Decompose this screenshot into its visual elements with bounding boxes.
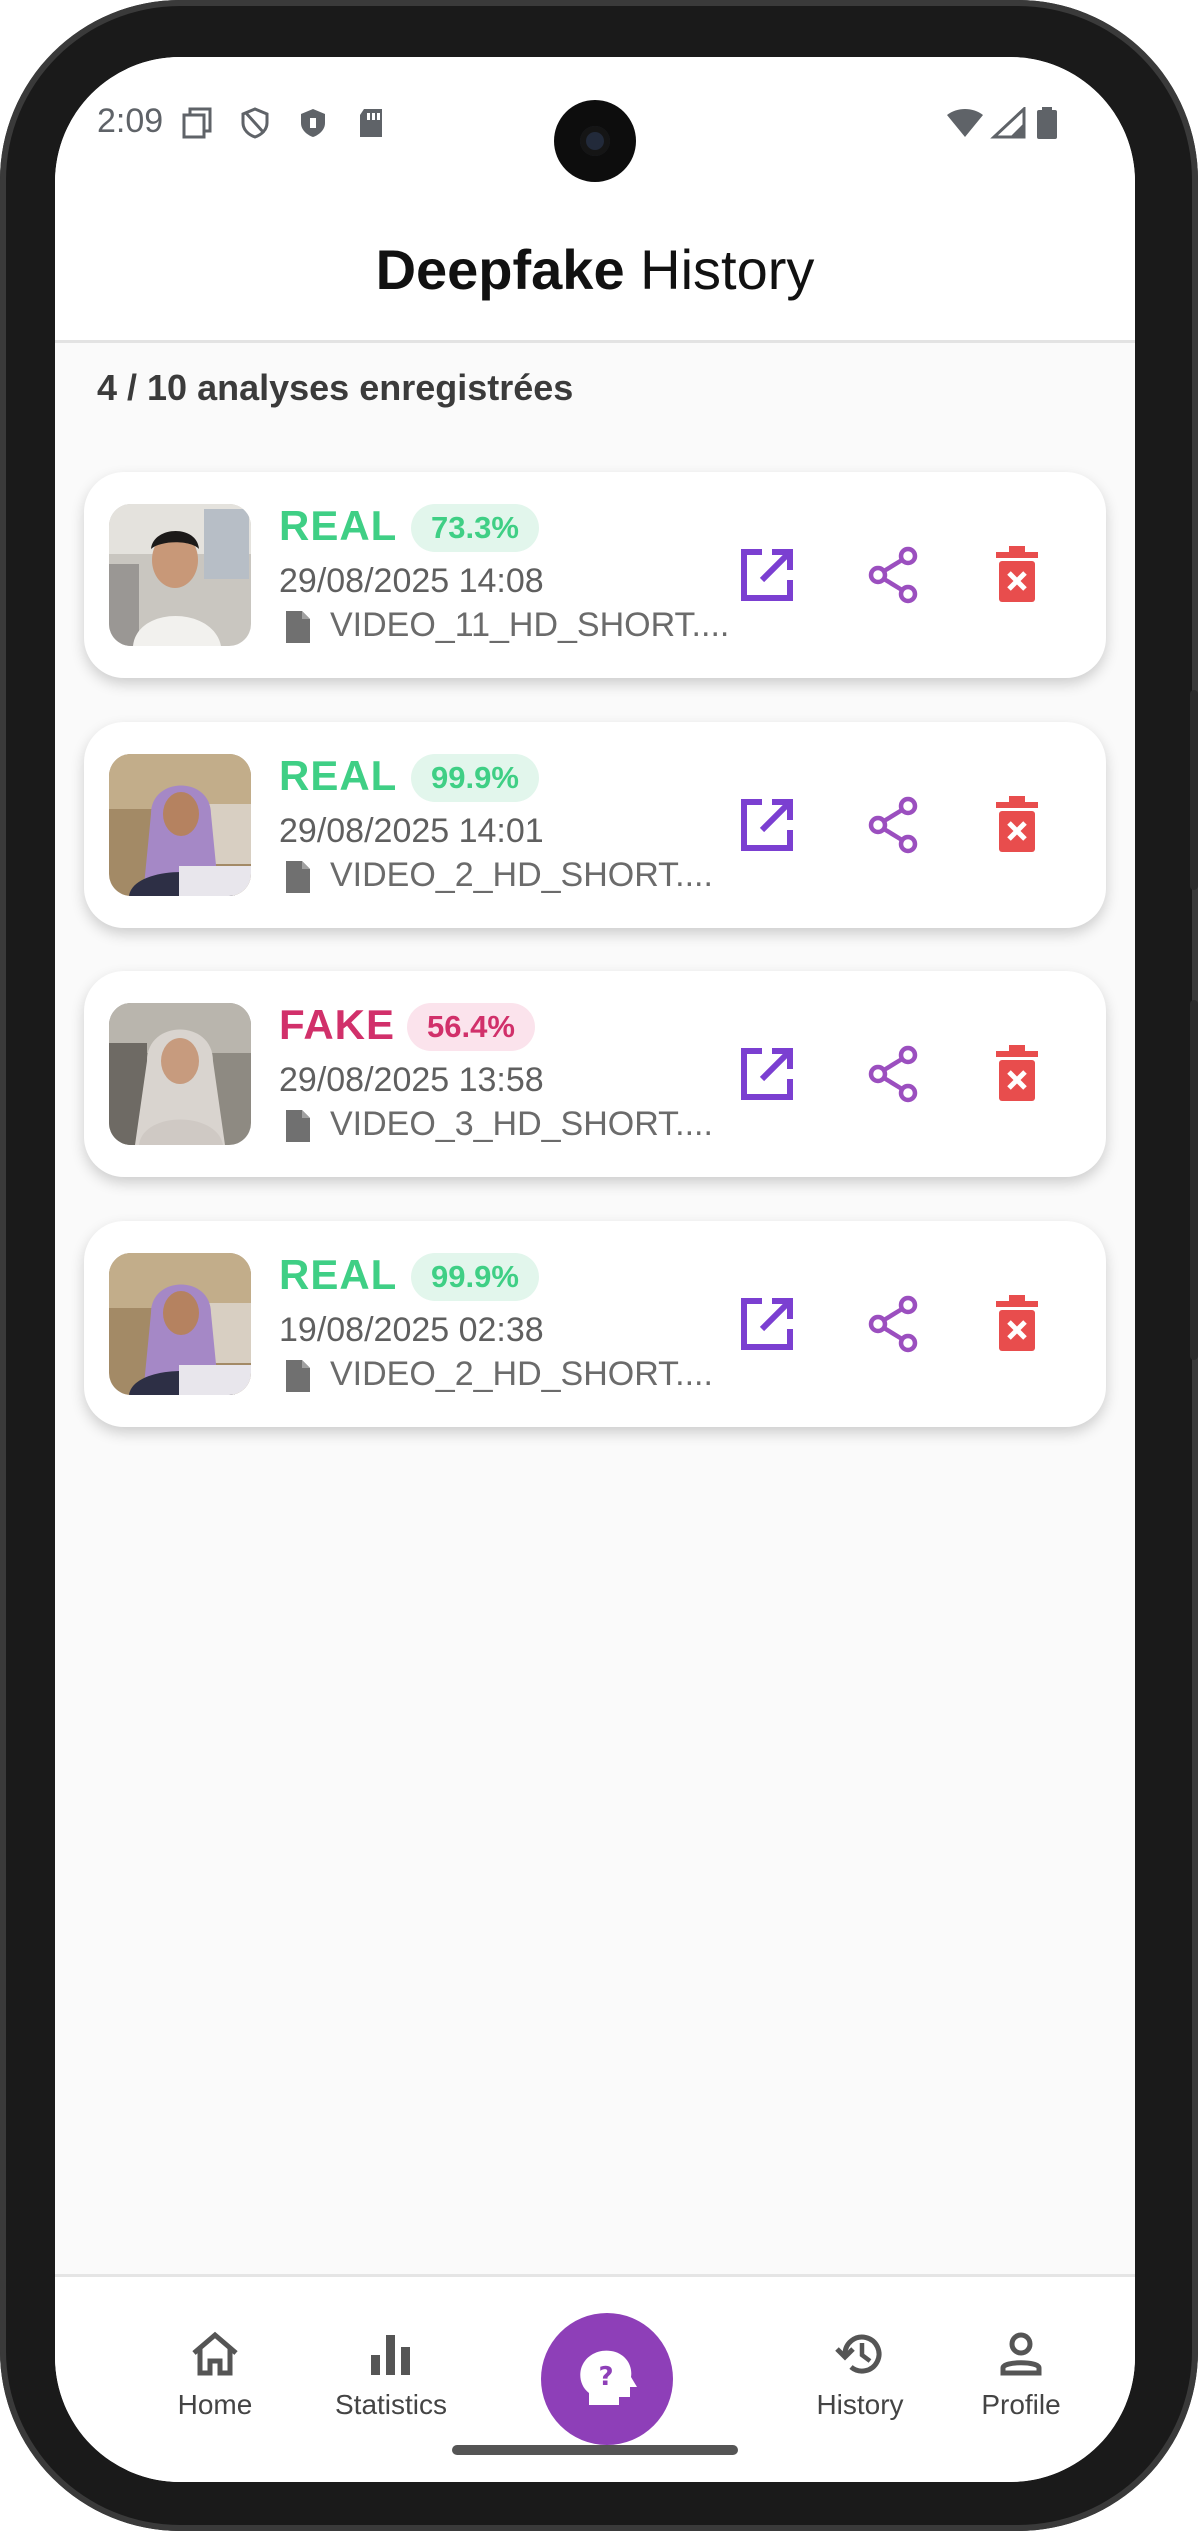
file-icon xyxy=(286,861,310,893)
status-bar: 2:09 xyxy=(55,57,1135,197)
screen: 2:09 Deepfake History 4 / 10 analyses en… xyxy=(55,57,1135,2482)
confidence-badge: 99.9% xyxy=(411,754,539,802)
signal-icon xyxy=(990,107,1026,139)
history-card[interactable]: FAKE 56.4% 29/08/2025 13:58 VIDEO_3_HD_S… xyxy=(84,971,1106,1177)
sd-card-icon xyxy=(360,109,382,137)
analyze-fab-button[interactable]: ? xyxy=(541,2313,673,2445)
person-icon xyxy=(1000,2332,1042,2376)
home-indicator[interactable] xyxy=(452,2445,738,2455)
confidence-badge: 99.9% xyxy=(411,1253,539,1301)
power-button xyxy=(1190,690,1198,890)
nav-label-home: Home xyxy=(177,2389,253,2420)
wifi-icon xyxy=(947,109,983,137)
nav-item-profile[interactable]: Profile xyxy=(941,2327,1101,2421)
copy-icon xyxy=(182,107,212,139)
video-thumbnail xyxy=(109,1003,251,1145)
nav-label-profile: Profile xyxy=(981,2389,1061,2420)
history-card[interactable]: REAL 99.9% 29/08/2025 14:01 VIDEO_2_HD_S… xyxy=(84,722,1106,928)
file-name: VIDEO_11_HD_SHORT.... xyxy=(330,606,730,644)
nav-label-history: History xyxy=(816,2389,904,2420)
video-thumbnail xyxy=(109,1253,251,1395)
delete-icon[interactable] xyxy=(984,1041,1050,1107)
nav-item-history[interactable]: History xyxy=(780,2327,940,2421)
open-external-icon[interactable] xyxy=(734,1041,800,1107)
front-camera xyxy=(554,100,636,182)
analysis-date: 29/08/2025 14:01 xyxy=(279,812,544,850)
shield-outline-icon xyxy=(241,107,269,139)
history-card[interactable]: REAL 73.3% 29/08/2025 14:08 VIDEO_11_HD_… xyxy=(84,472,1106,678)
confidence-badge: 56.4% xyxy=(407,1003,535,1051)
share-icon[interactable] xyxy=(860,1291,926,1357)
nav-label-statistics: Statistics xyxy=(334,2389,448,2420)
home-icon xyxy=(192,2331,238,2376)
analysis-date: 29/08/2025 13:58 xyxy=(279,1061,544,1099)
result-label: FAKE xyxy=(279,1001,396,1048)
file-icon xyxy=(286,1110,310,1142)
delete-icon[interactable] xyxy=(984,542,1050,608)
head-question-icon: ? xyxy=(580,2350,637,2405)
analysis-date: 19/08/2025 02:38 xyxy=(279,1311,544,1349)
file-icon xyxy=(286,1360,310,1392)
share-icon[interactable] xyxy=(860,1041,926,1107)
battery-icon xyxy=(1037,107,1057,139)
bar-chart-icon xyxy=(371,2335,410,2375)
result-label: REAL xyxy=(279,502,398,549)
file-name: VIDEO_2_HD_SHORT.... xyxy=(330,856,713,894)
svg-text:?: ? xyxy=(598,2362,613,2392)
phone-frame: 2:09 Deepfake History 4 / 10 analyses en… xyxy=(0,0,1198,2531)
nav-item-statistics[interactable]: Statistics xyxy=(311,2327,471,2421)
file-name: VIDEO_2_HD_SHORT.... xyxy=(330,1355,713,1393)
shield-filled-icon xyxy=(301,109,325,137)
status-time: 2:09 xyxy=(97,102,164,140)
history-card[interactable]: REAL 99.9% 19/08/2025 02:38 VIDEO_2_HD_S… xyxy=(84,1221,1106,1427)
video-thumbnail xyxy=(109,504,251,646)
file-name: VIDEO_3_HD_SHORT.... xyxy=(330,1105,713,1143)
nav-item-home[interactable]: Home xyxy=(135,2327,295,2421)
analysis-date: 29/08/2025 14:08 xyxy=(279,562,544,600)
result-label: REAL xyxy=(279,752,398,799)
delete-icon[interactable] xyxy=(984,792,1050,858)
volume-button xyxy=(1190,1000,1198,1360)
file-icon xyxy=(286,611,310,643)
share-icon[interactable] xyxy=(860,542,926,608)
delete-icon[interactable] xyxy=(984,1291,1050,1357)
confidence-badge: 73.3% xyxy=(411,504,539,552)
history-icon xyxy=(835,2334,882,2374)
history-count: 4 / 10 analyses enregistrées xyxy=(97,367,574,408)
page-title-light: History xyxy=(640,238,815,301)
video-thumbnail xyxy=(109,754,251,896)
result-label: REAL xyxy=(279,1251,398,1298)
share-icon[interactable] xyxy=(860,792,926,858)
app-bar: Deepfake History xyxy=(55,197,1135,343)
page-title: Deepfake History xyxy=(55,197,1135,343)
page-title-bold: Deepfake xyxy=(375,238,625,301)
open-external-icon[interactable] xyxy=(734,792,800,858)
open-external-icon[interactable] xyxy=(734,542,800,608)
open-external-icon[interactable] xyxy=(734,1291,800,1357)
